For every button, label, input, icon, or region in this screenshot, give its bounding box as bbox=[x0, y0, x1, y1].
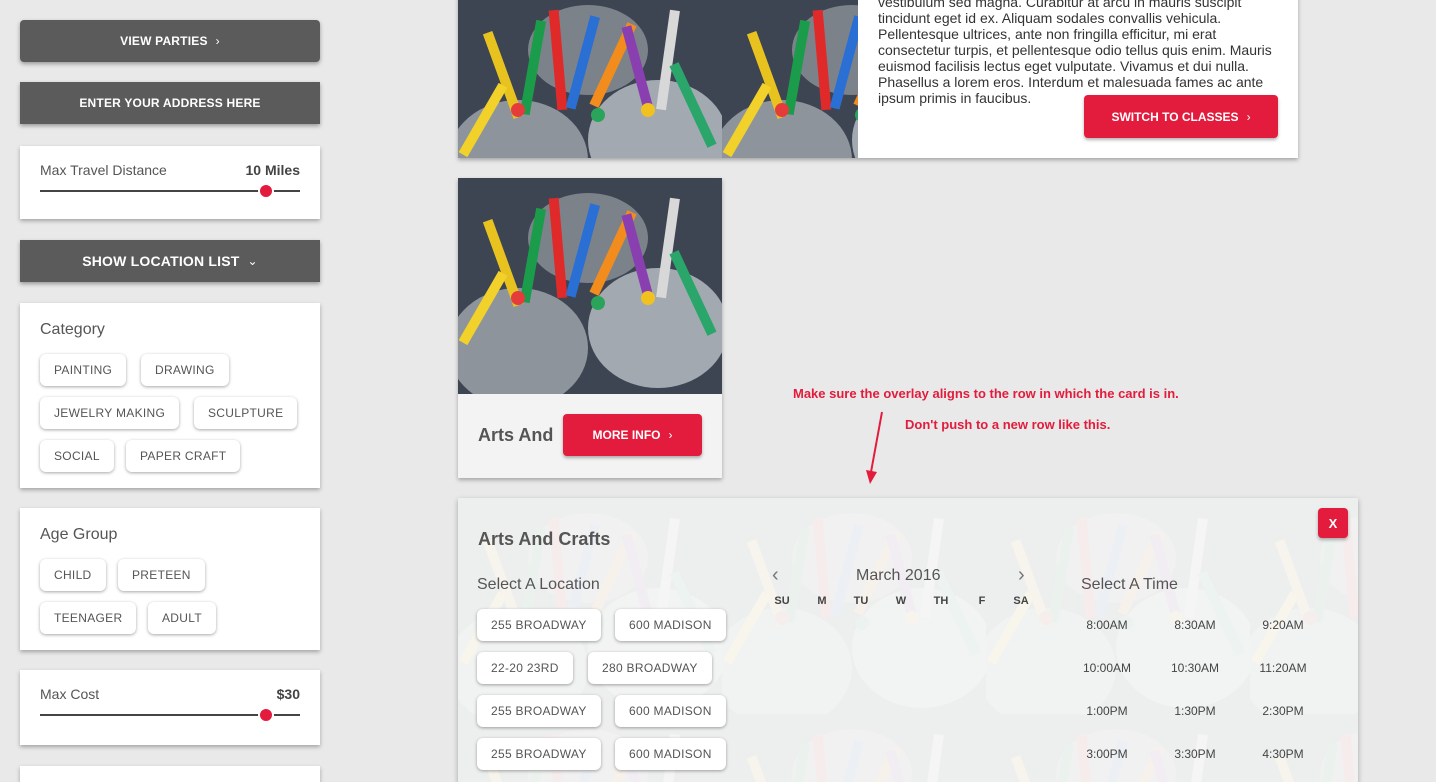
calendar-month: March 2016 bbox=[856, 567, 941, 584]
chevron-right-icon: › bbox=[215, 34, 220, 48]
location-chip[interactable]: 600 MADISON bbox=[615, 738, 726, 770]
weekday-label: TU bbox=[853, 595, 869, 607]
time-slot[interactable]: 10:30AM bbox=[1160, 661, 1230, 675]
weekday-label: SU bbox=[774, 595, 790, 607]
featured-card: vestibulum sed magna. Curabitur at arcu … bbox=[458, 0, 1298, 158]
annotation-arrow-icon bbox=[866, 411, 883, 484]
chip-preteen[interactable]: PRETEEN bbox=[118, 559, 205, 591]
time-slot[interactable]: 1:30PM bbox=[1160, 704, 1230, 718]
time-heading: Select A Time bbox=[1081, 576, 1178, 593]
overlay-title: Arts And Crafts bbox=[478, 529, 611, 549]
time-slot[interactable]: 3:00PM bbox=[1072, 747, 1142, 761]
travel-distance-value: 10 Miles bbox=[245, 162, 300, 178]
class-detail-overlay: Arts And Crafts X Select A Location 255 … bbox=[458, 498, 1358, 782]
location-heading: Select A Location bbox=[477, 576, 600, 593]
weekday-label: SA bbox=[1013, 595, 1029, 607]
switch-to-classes-label: SWITCH TO CLASSES bbox=[1111, 109, 1239, 124]
chip-adult[interactable]: ADULT bbox=[148, 602, 216, 634]
travel-distance-label: Max Travel Distance bbox=[40, 162, 167, 178]
location-chip[interactable]: 600 MADISON bbox=[615, 695, 726, 727]
category-panel: Category PAINTING DRAWING JEWELRY MAKING… bbox=[20, 303, 320, 488]
location-chip[interactable]: 600 MADISON bbox=[615, 609, 726, 641]
chevron-down-icon: ⌄ bbox=[247, 254, 258, 268]
more-info-label: MORE INFO bbox=[592, 428, 661, 442]
view-parties-label: VIEW PARTIES bbox=[120, 34, 208, 48]
time-slot[interactable]: 11:20AM bbox=[1248, 661, 1318, 675]
next-filter-panel bbox=[20, 766, 320, 782]
time-slot[interactable]: 9:20AM bbox=[1248, 618, 1318, 632]
more-info-button[interactable]: MORE INFO › bbox=[563, 414, 702, 456]
card-description: vestibulum sed magna. Curabitur at arcu … bbox=[878, 0, 1272, 106]
show-location-list-button[interactable]: SHOW LOCATION LIST ⌄ bbox=[20, 240, 320, 282]
chevron-right-icon: › bbox=[668, 428, 673, 442]
prev-month-icon[interactable]: ‹ bbox=[772, 564, 779, 587]
next-month-icon[interactable]: › bbox=[1018, 564, 1025, 587]
max-cost-value: $30 bbox=[276, 686, 300, 702]
category-title: Category bbox=[40, 321, 105, 338]
travel-distance-knob[interactable] bbox=[258, 183, 275, 199]
view-parties-button[interactable]: VIEW PARTIES › bbox=[20, 20, 320, 62]
location-chip[interactable]: 255 BROADWAY bbox=[477, 695, 601, 727]
time-slot[interactable]: 2:30PM bbox=[1248, 704, 1318, 718]
max-cost-panel: Max Cost $30 bbox=[20, 670, 320, 745]
max-cost-knob[interactable] bbox=[258, 707, 275, 723]
weekday-label: TH bbox=[933, 595, 949, 607]
chip-social[interactable]: SOCIAL bbox=[40, 440, 114, 472]
time-slot[interactable]: 8:00AM bbox=[1072, 618, 1142, 632]
chip-drawing[interactable]: DRAWING bbox=[141, 354, 229, 386]
art-supplies-photo bbox=[458, 178, 722, 394]
address-placeholder: ENTER YOUR ADDRESS HERE bbox=[79, 96, 261, 110]
chip-painting[interactable]: PAINTING bbox=[40, 354, 127, 386]
annotation-line-1: Make sure the overlay aligns to the row … bbox=[793, 386, 1179, 401]
chip-paper-craft[interactable]: PAPER CRAFT bbox=[126, 440, 241, 472]
chip-sculpture[interactable]: SCULPTURE bbox=[194, 397, 298, 429]
annotation-line-2: Don't push to a new row like this. bbox=[905, 417, 1111, 432]
time-slot[interactable]: 4:30PM bbox=[1248, 747, 1318, 761]
time-slot[interactable]: 1:00PM bbox=[1072, 704, 1142, 718]
time-slot[interactable]: 8:30AM bbox=[1160, 618, 1230, 632]
close-icon: X bbox=[1328, 515, 1338, 531]
show-location-list-label: SHOW LOCATION LIST bbox=[82, 253, 240, 269]
age-group-panel: Age Group CHILD PRETEEN TEENAGER ADULT bbox=[20, 508, 320, 650]
chip-teenager[interactable]: TEENAGER bbox=[40, 602, 137, 634]
art-supplies-photo bbox=[458, 0, 858, 158]
chevron-right-icon: › bbox=[1246, 109, 1251, 124]
location-chip[interactable]: 255 BROADWAY bbox=[477, 738, 601, 770]
time-slot[interactable]: 3:30PM bbox=[1160, 747, 1230, 761]
address-input[interactable]: ENTER YOUR ADDRESS HERE bbox=[20, 82, 320, 124]
chip-child[interactable]: CHILD bbox=[40, 559, 106, 591]
switch-to-classes-button[interactable]: SWITCH TO CLASSES › bbox=[1084, 95, 1278, 138]
max-cost-label: Max Cost bbox=[40, 686, 100, 702]
travel-distance-panel: Max Travel Distance 10 Miles bbox=[20, 146, 320, 219]
location-chip[interactable]: 255 BROADWAY bbox=[477, 609, 601, 641]
class-card[interactable]: Arts And MORE INFO › bbox=[458, 178, 722, 478]
time-slot[interactable]: 10:00AM bbox=[1072, 661, 1142, 675]
weekday-label: M bbox=[817, 595, 827, 607]
weekday-label: W bbox=[895, 595, 907, 607]
age-group-title: Age Group bbox=[40, 526, 118, 543]
chip-jewelry-making[interactable]: JEWELRY MAKING bbox=[40, 397, 180, 429]
class-card-title: Arts And bbox=[478, 425, 554, 445]
location-chip[interactable]: 22-20 23RD bbox=[477, 652, 573, 684]
weekday-label: F bbox=[978, 595, 986, 607]
location-chip[interactable]: 280 BROADWAY bbox=[588, 652, 712, 684]
close-button[interactable]: X bbox=[1318, 508, 1348, 538]
